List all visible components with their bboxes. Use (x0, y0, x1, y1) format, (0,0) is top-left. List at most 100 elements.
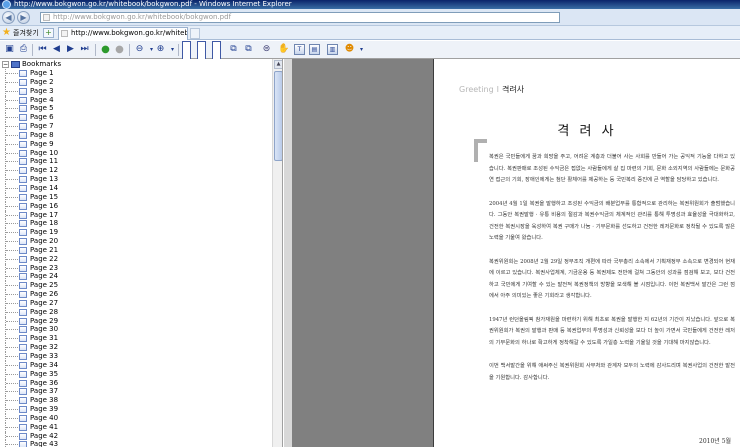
bookmark-page-icon (19, 167, 27, 175)
bookmark-item[interactable]: Page 6 (0, 113, 272, 123)
bookmark-item[interactable]: Page 39 (0, 405, 272, 414)
bookmark-item[interactable]: Page 7 (0, 122, 272, 131)
bookmark-item[interactable]: Page 42 (0, 431, 272, 441)
new-tab-button[interactable] (190, 28, 200, 39)
bookmark-item[interactable]: Page 16 (0, 201, 272, 211)
bookmark-item[interactable]: Page 41 (0, 422, 272, 432)
bookmark-item[interactable]: Page 43 (0, 440, 272, 447)
bookmark-item[interactable]: Page 36 (0, 378, 272, 388)
tree-branch (6, 73, 18, 74)
bookmark-item[interactable]: Page 8 (0, 130, 272, 140)
bookmark-page-icon (19, 229, 27, 237)
rotate-icon[interactable]: ⧉ (243, 44, 254, 55)
bookmark-item[interactable]: Page 38 (0, 396, 272, 406)
tree-branch (6, 249, 18, 251)
bookmark-label: Page 30 (30, 325, 59, 334)
scroll-thumb[interactable] (274, 71, 282, 161)
last-page-icon[interactable]: ⏭ (79, 44, 90, 55)
collapse-icon[interactable]: − (2, 61, 9, 68)
bookmark-label: Page 11 (30, 157, 59, 166)
save-icon[interactable]: ▣ (4, 44, 15, 55)
bookmark-page-icon (19, 406, 27, 414)
bookmark-item[interactable]: Page 22 (0, 254, 272, 264)
address-bar[interactable]: http://www.bokgwon.go.kr/whitebook/bokgw… (40, 12, 560, 23)
bookmark-item[interactable]: Page 11 (0, 157, 272, 167)
forward-button[interactable]: ▶ (17, 11, 30, 24)
bookmark-item[interactable]: Page 1 (0, 69, 272, 78)
snapshot-icon[interactable]: ▤ (309, 44, 320, 55)
tree-branch (6, 400, 18, 402)
paragraph: 2004년 4월 1일 복권을 발행하고 조성된 수익금의 배분업무를 통합적으… (489, 200, 735, 242)
bookmark-item[interactable]: Page 40 (0, 413, 272, 423)
hand-tool-icon[interactable]: ✋ (278, 44, 289, 55)
bookmark-item[interactable]: Page 26 (0, 290, 272, 299)
bookmark-item[interactable]: Page 21 (0, 245, 272, 255)
bookmark-item[interactable]: Page 14 (0, 183, 272, 193)
go-back-icon[interactable]: ● (100, 44, 111, 55)
bookmark-item[interactable]: Page 30 (0, 325, 272, 335)
tree-branch (6, 267, 18, 269)
print-icon[interactable]: ⎙ (18, 44, 29, 55)
bookmark-item[interactable]: Page 10 (0, 148, 272, 158)
document-view[interactable]: Greeting I 격려사 격 려 사 복권은 국민들에게 꿈과 희망을 주고, … (284, 59, 740, 447)
bookmarks-root[interactable]: − Bookmarks (2, 60, 61, 69)
bookmark-item[interactable]: Page 35 (0, 369, 272, 379)
add-favorite-icon[interactable]: + (43, 28, 54, 38)
previous-page-icon[interactable]: ◀ (51, 44, 62, 55)
tree-branch (6, 205, 18, 207)
bookmark-page-icon (19, 335, 27, 343)
document-body: 복권은 국민들에게 꿈과 희망을 주고, 어려운 계층과 더불어 사는 사회를 … (489, 152, 735, 396)
zoom-out-icon[interactable]: ⊖ (134, 44, 145, 55)
scroll-up-icon[interactable]: ▲ (274, 60, 282, 69)
bookmark-item[interactable]: Page 27 (0, 298, 272, 308)
bookmark-item[interactable]: Page 33 (0, 352, 272, 361)
bookmark-item[interactable]: Page 28 (0, 307, 272, 317)
browser-tab[interactable]: http://www.bokgwon.go.kr/whitebook/bokg.… (58, 27, 188, 40)
help-icon[interactable]: ☻ (344, 44, 355, 55)
bookmark-item[interactable]: Page 37 (0, 387, 272, 397)
bookmark-item[interactable]: Page 32 (0, 343, 272, 352)
bookmark-item[interactable]: Page 15 (0, 192, 272, 202)
bookmark-label: Page 18 (30, 219, 59, 228)
header-english: Greeting (459, 85, 494, 94)
bookmark-item[interactable]: Page 12 (0, 166, 272, 176)
bookmarks-panel-icon[interactable]: ▥ (327, 44, 338, 55)
text-select-icon[interactable]: T (294, 44, 305, 55)
back-button[interactable]: ◀ (2, 11, 15, 24)
go-forward-icon[interactable]: ● (114, 44, 125, 55)
bookmark-item[interactable]: Page 5 (0, 104, 272, 114)
zoom-in-icon[interactable]: ⊕ (155, 44, 166, 55)
bookmark-item[interactable]: Page 31 (0, 334, 272, 344)
rotate-icon[interactable]: ⧉ (228, 44, 239, 55)
favorites-button[interactable]: ★ 즐겨찾기 (2, 27, 39, 39)
bookmark-item[interactable]: Page 4 (0, 95, 272, 105)
bookmark-item[interactable]: Page 24 (0, 272, 272, 282)
bookmark-item[interactable]: Page 2 (0, 77, 272, 87)
find-icon[interactable]: ⊜ (261, 44, 272, 55)
bookmark-item[interactable]: Page 25 (0, 281, 272, 291)
bookmark-item[interactable]: Page 23 (0, 263, 272, 273)
bookmark-item[interactable]: Page 19 (0, 228, 272, 238)
bookmarks-scrollbar[interactable]: ▲ (272, 59, 282, 447)
tree-branch (6, 417, 18, 419)
ie-logo-icon (2, 0, 11, 9)
bookmark-item[interactable]: Page 29 (0, 316, 272, 326)
bookmark-label: Page 6 (30, 113, 54, 122)
bookmark-item[interactable]: Page 3 (0, 86, 272, 96)
bookmark-item[interactable]: Page 18 (0, 219, 272, 229)
bookmark-item[interactable]: Page 9 (0, 139, 272, 149)
bookmark-item[interactable]: Page 17 (0, 210, 272, 220)
chevron-down-icon[interactable]: ▾ (356, 44, 367, 55)
chevron-down-icon[interactable]: ▾ (167, 44, 178, 55)
tree-branch (6, 338, 18, 340)
next-page-icon[interactable]: ▶ (65, 44, 76, 55)
toolbar-divider (129, 44, 130, 56)
bookmark-label: Page 39 (30, 405, 59, 414)
bookmark-item[interactable]: Page 13 (0, 175, 272, 184)
first-page-icon[interactable]: ⏮ (37, 44, 48, 55)
bookmark-item[interactable]: Page 20 (0, 237, 272, 246)
bookmark-item[interactable]: Page 34 (0, 360, 272, 370)
bookmark-list: Page 1 Page 2 Page 3 Page 4 Page 5 Page 6 Page… (0, 69, 272, 447)
pdf-page[interactable]: Greeting I 격려사 격 려 사 복권은 국민들에게 꿈과 희망을 주고, … (433, 59, 740, 447)
document-title: 격 려 사 (557, 124, 617, 139)
